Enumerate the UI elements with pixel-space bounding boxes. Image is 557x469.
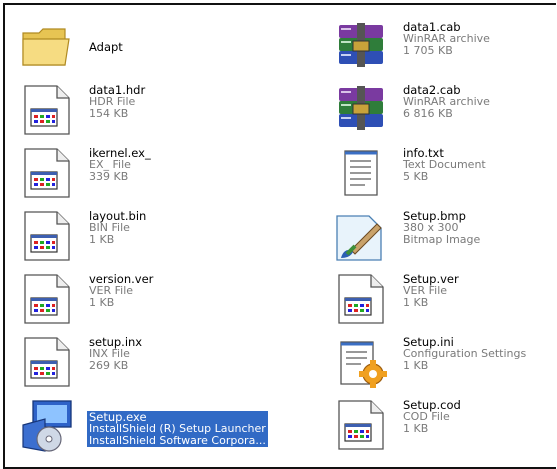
configuration-settings-icon [333,334,389,390]
winrar-archive-icon [333,82,389,138]
file-size: 1 KB [403,296,429,309]
file-item-info-txt[interactable]: info.txt Text Document 5 KB [333,145,556,205]
file-size: 1 KB [403,422,429,435]
file-item-data2-cab[interactable]: data2.cab WinRAR archive 6 816 KB [333,82,556,142]
file-item-data1-hdr[interactable]: data1.hdr HDR File 154 KB [19,82,319,142]
file-size: 1 KB [403,359,429,372]
file-item-setup-exe[interactable]: Setup.exe InstallShield (R) Setup Launch… [19,397,329,457]
file-item-setup-ini[interactable]: Setup.ini Configuration Settings 1 KB [333,334,556,394]
file-size: 5 KB [403,170,429,183]
bitmap-image-icon [333,208,389,264]
winrar-archive-icon [333,19,389,75]
installshield-setup-icon [19,397,75,453]
file-item-adapt[interactable]: Adapt [19,19,319,79]
file-size: 154 KB [89,107,129,120]
file-item-ikernel[interactable]: ikernel.ex_ EX_ File 339 KB [19,145,319,205]
generic-file-icon [19,208,75,264]
file-item-setup-inx[interactable]: setup.inx INX File 269 KB [19,334,319,394]
file-size: 6 816 KB [403,107,453,120]
file-name: Adapt [89,40,123,54]
file-list-view: Adapt data1.hdr HDR File 154 KB ikernel.… [3,3,556,469]
folder-icon [19,19,75,75]
file-item-version-ver[interactable]: version.ver VER File 1 KB [19,271,319,331]
generic-file-icon [19,145,75,201]
file-size: 1 KB [89,233,115,246]
file-item-setup-bmp[interactable]: Setup.bmp 380 x 300 Bitmap Image [333,208,556,268]
generic-file-icon [19,271,75,327]
file-size: 1 705 KB [403,44,453,57]
file-item-data1-cab[interactable]: data1.cab WinRAR archive 1 705 KB [333,19,556,79]
generic-file-icon [333,271,389,327]
file-item-setup-ver[interactable]: Setup.ver VER File 1 KB [333,271,556,331]
file-size: 269 KB [89,359,129,372]
generic-file-icon [333,397,389,453]
generic-file-icon [19,334,75,390]
file-size: 1 KB [89,296,115,309]
file-type: Bitmap Image [403,233,481,246]
file-company: InstallShield Software Corpora... [89,434,266,447]
file-item-layout-bin[interactable]: layout.bin BIN File 1 KB [19,208,319,268]
text-document-icon [333,145,389,201]
generic-file-icon [19,82,75,138]
file-size: 339 KB [89,170,129,183]
file-item-setup-cod[interactable]: Setup.cod COD File 1 KB [333,397,556,457]
